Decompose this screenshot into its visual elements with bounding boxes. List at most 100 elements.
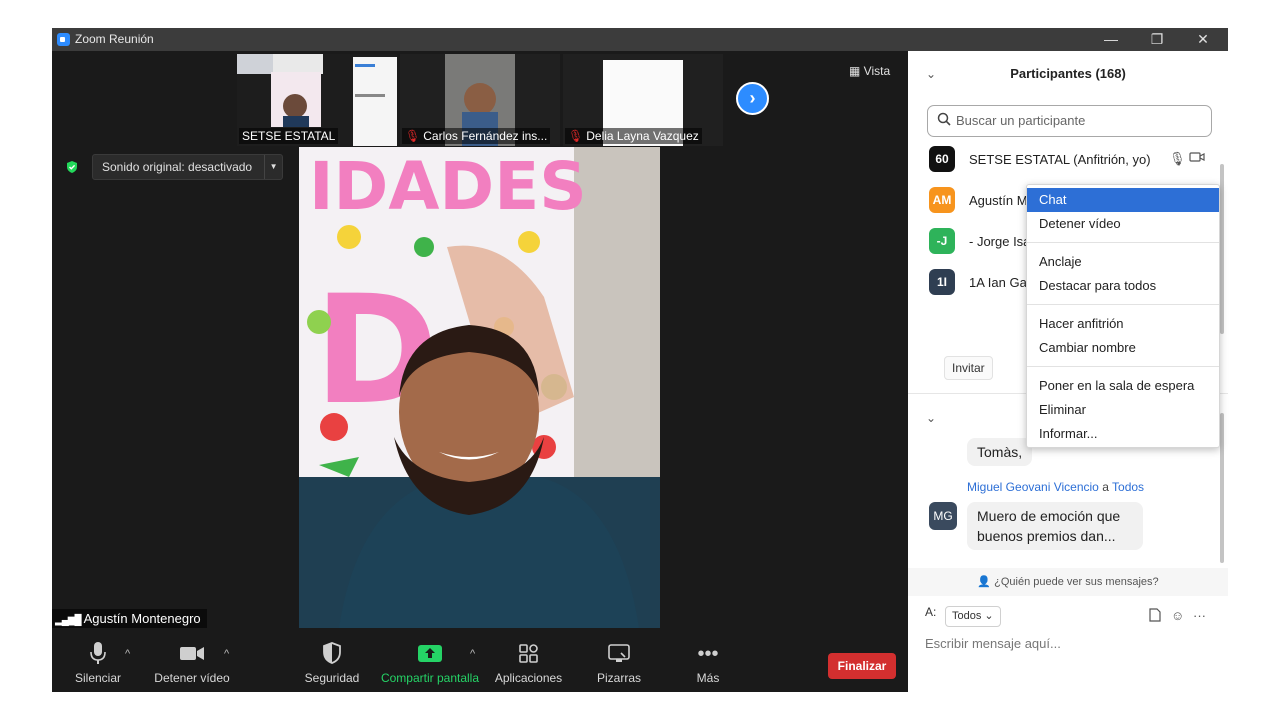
avatar: -J — [929, 228, 955, 254]
restore-button[interactable]: ❐ — [1134, 28, 1180, 51]
microphone-icon[interactable]: 🎙 — [1169, 151, 1186, 167]
zoom-logo-icon — [57, 33, 70, 46]
mute-button[interactable]: Silenciar — [70, 641, 126, 685]
svg-text:IDADES: IDADES — [309, 148, 587, 225]
share-arrow-icon — [378, 641, 482, 671]
end-meeting-button[interactable]: Finalizar — [828, 653, 896, 679]
encryption-shield-icon — [65, 160, 79, 174]
menu-item-make-host[interactable]: Hacer anfitrión — [1027, 312, 1219, 336]
emoji-icon[interactable]: ☺ — [1171, 608, 1184, 623]
thumb-label-text: Delia Layna Vazquez — [586, 129, 699, 143]
chat-recipient[interactable]: Todos — [1112, 480, 1144, 494]
menu-item-remove[interactable]: Eliminar — [1027, 398, 1219, 422]
participants-scrollbar[interactable] — [1220, 164, 1224, 334]
avatar: 1I — [929, 269, 955, 295]
apps-icon — [492, 641, 565, 671]
participant-search-input[interactable]: Buscar un participante — [927, 105, 1212, 137]
menu-item-rename[interactable]: Cambiar nombre — [1027, 336, 1219, 360]
avatar: MG — [929, 502, 957, 530]
invite-button[interactable]: Invitar — [944, 356, 993, 380]
chat-message: Muero de emoción que buenos premios dan.… — [967, 502, 1143, 550]
thumb-label: 🎙 Delia Layna Vazquez — [565, 128, 702, 144]
chat-scrollbar[interactable] — [1220, 413, 1224, 563]
thumb-label-text: Carlos Fernández ins... — [423, 129, 548, 143]
user-eye-icon: 👤 — [977, 576, 992, 588]
mute-options-caret[interactable]: ^ — [125, 648, 130, 660]
title-bar: Zoom Reunión — ❐ ✕ — [52, 28, 1228, 51]
window-title: Zoom Reunión — [75, 32, 154, 46]
participant-context-menu: Chat Detener vídeo Anclaje Destacar para… — [1026, 184, 1220, 448]
chat-message-input[interactable]: Escribir mensaje aquí... — [925, 636, 1215, 658]
participant-row[interactable]: 60 SETSE ESTATAL (Anfitrión, yo) 🎙 — [929, 146, 1209, 174]
menu-item-waiting-room[interactable]: Poner en la sala de espera — [1027, 374, 1219, 398]
view-button[interactable]: ▦ Vista — [849, 64, 890, 78]
to-label: A: — [925, 605, 937, 619]
menu-item-stop-video[interactable]: Detener vídeo — [1027, 212, 1219, 236]
menu-separator — [1027, 304, 1219, 305]
security-label: Seguridad — [304, 671, 360, 685]
apps-label: Aplicaciones — [494, 671, 563, 685]
meeting-toolbar: Silenciar ^ Detener vídeo ^ Seguridad Co… — [52, 628, 908, 692]
video-camera-icon[interactable] — [1189, 151, 1205, 166]
view-label: Vista — [863, 64, 891, 78]
security-button[interactable]: Seguridad — [304, 641, 360, 685]
chat-sender[interactable]: Miguel Geovani Vicencio — [967, 480, 1099, 494]
menu-item-report[interactable]: Informar... — [1027, 422, 1219, 446]
menu-item-spotlight[interactable]: Destacar para todos — [1027, 274, 1219, 298]
original-sound-label: Sonido original: desactivado — [102, 160, 253, 174]
share-screen-button[interactable]: Compartir pantalla — [378, 641, 482, 685]
more-dots-icon: ••• — [697, 643, 719, 665]
video-options-caret[interactable]: ^ — [224, 648, 229, 660]
whiteboards-label: Pizarras — [596, 671, 641, 685]
collapse-chat-icon[interactable]: ⌄ — [926, 411, 936, 425]
chat-recipient-row: A: Todos ⌄ ☺ ··· — [925, 605, 1215, 629]
menu-item-pin[interactable]: Anclaje — [1027, 250, 1219, 274]
chevron-down-icon: ⌄ — [984, 610, 994, 622]
participants-title: Participantes (168) — [1010, 66, 1126, 81]
whiteboard-icon — [592, 641, 646, 671]
chat-sender-line: Miguel Geovani Vicencio a Todos — [967, 480, 1144, 494]
microphone-icon — [70, 641, 126, 671]
menu-item-chat[interactable]: Chat — [1027, 188, 1219, 212]
main-speaker-video: IDADES D — [299, 147, 660, 628]
video-camera-icon — [152, 641, 232, 671]
message-visibility-info[interactable]: 👤 ¿Quién puede ver sus mensajes? — [908, 568, 1228, 596]
chat-message: Tomàs, — [967, 438, 1033, 466]
participant-name: 1A Ian Gal — [969, 275, 1030, 290]
message-visibility-label: ¿Quién puede ver sus mensajes? — [994, 576, 1159, 588]
search-placeholder: Buscar un participante — [956, 113, 1086, 128]
chevron-down-icon[interactable]: ▼ — [264, 155, 282, 179]
chat-sender-to: a — [1102, 480, 1109, 494]
active-speaker-label: ▂▄▆█ Agustín Montenegro — [52, 609, 207, 629]
mute-label: Silenciar — [74, 671, 122, 685]
whiteboards-button[interactable]: Pizarras — [592, 641, 646, 685]
avatar: AM — [929, 187, 955, 213]
share-screen-label: Compartir pantalla — [380, 671, 480, 685]
gallery-thumb-delia[interactable]: 🎙 Delia Layna Vazquez — [563, 54, 723, 146]
mic-off-icon: 🎙 — [568, 129, 584, 143]
stop-video-button[interactable]: Detener vídeo — [152, 641, 232, 685]
gallery-thumb-setse[interactable]: SETSE ESTATAL — [237, 54, 397, 146]
participant-name: Agustín M — [969, 193, 1028, 208]
menu-separator — [1027, 366, 1219, 367]
speaker-name-text: Agustín Montenegro — [83, 611, 201, 626]
minimize-button[interactable]: — — [1088, 28, 1134, 51]
share-options-caret[interactable]: ^ — [470, 648, 475, 660]
video-stage: SETSE ESTATAL 🎙 Carlos Fernández ins... 🎙… — [52, 51, 908, 629]
apps-button[interactable]: Aplicaciones — [492, 641, 565, 685]
recipient-select[interactable]: Todos ⌄ — [945, 606, 1001, 627]
thumb-label: 🎙 Carlos Fernández ins... — [402, 128, 551, 144]
menu-separator — [1027, 242, 1219, 243]
participant-name: - Jorge Isa — [969, 234, 1031, 249]
participants-header: ⌄ Participantes (168) — [908, 51, 1228, 95]
gallery-thumb-carlos[interactable]: 🎙 Carlos Fernández ins... — [400, 54, 560, 146]
close-button[interactable]: ✕ — [1180, 28, 1226, 51]
recipient-value: Todos — [952, 610, 982, 622]
stop-video-label: Detener vídeo — [154, 671, 230, 685]
file-icon[interactable] — [1149, 608, 1161, 625]
more-button[interactable]: ••• Más — [688, 641, 728, 685]
original-sound-toggle[interactable]: Sonido original: desactivado ▼ — [92, 154, 284, 180]
next-page-button[interactable]: › — [736, 82, 769, 115]
more-options-icon[interactable]: ··· — [1193, 608, 1206, 623]
more-label: Más — [696, 671, 720, 685]
